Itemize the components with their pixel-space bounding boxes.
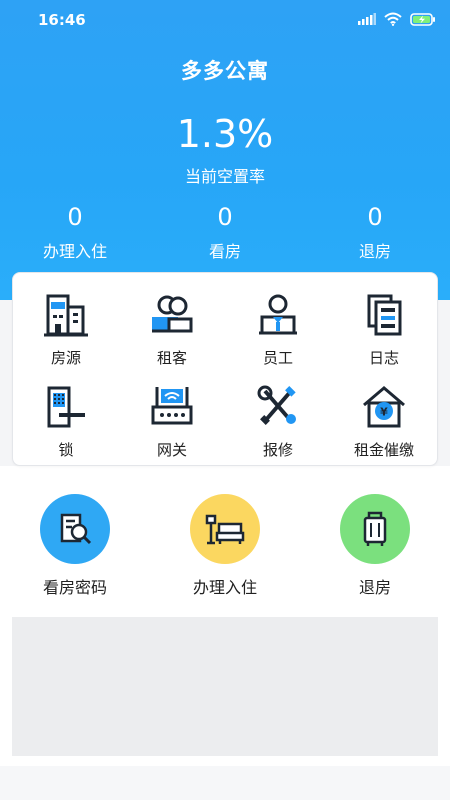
quick-circle [190, 494, 260, 564]
stat-checkin-label: 办理入住 [42, 242, 107, 261]
stat-checkout[interactable]: 0 退房 [315, 200, 435, 262]
viewing-password-icon [60, 513, 92, 545]
menu-item-rent-reminder[interactable]: ¥ 租金催缴 [331, 385, 437, 473]
stat-checkout-count: 0 [367, 203, 383, 231]
app-title: 多多公寓 [181, 59, 269, 83]
building-icon [44, 294, 88, 337]
vacancy-rate: 1.3% [176, 112, 274, 156]
signal-icon [358, 13, 376, 25]
quick-checkout[interactable]: 退房 [305, 494, 445, 598]
repair-icon [257, 385, 296, 425]
menu-item-label: 员工 [262, 349, 293, 367]
quick-label: 退房 [358, 578, 391, 597]
log-icon [367, 294, 402, 336]
menu-item-staff[interactable]: 员工 [225, 293, 331, 381]
menu-item-tenants[interactable]: 租客 [119, 293, 225, 381]
stat-viewing-count: 0 [217, 203, 233, 231]
menu-item-label: 网关 [156, 441, 187, 459]
menu-item-label: 租金催缴 [353, 441, 414, 459]
menu-item-log[interactable]: 日志 [331, 293, 437, 381]
quick-actions: 看房密码 办理入住 退房 [0, 490, 450, 600]
menu-item-lock[interactable]: 锁 [13, 385, 119, 473]
gateway-icon [151, 387, 193, 425]
menu-item-label: 日志 [368, 349, 399, 367]
quick-label: 办理入住 [192, 578, 257, 597]
menu-item-label: 房源 [50, 349, 81, 367]
svg-text:¥: ¥ [380, 406, 388, 419]
quick-viewing-password[interactable]: 看房密码 [5, 494, 145, 598]
quick-checkin[interactable]: 办理入住 [155, 494, 295, 598]
quick-label: 看房密码 [42, 578, 107, 597]
status-bar: 16:46 [0, 0, 450, 40]
menu-item-repair[interactable]: 报修 [225, 385, 331, 473]
checkout-icon [363, 511, 387, 546]
quick-circle [340, 494, 410, 564]
menu-item-label: 锁 [58, 441, 74, 459]
status-time: 16:46 [38, 11, 86, 29]
rent-reminder-icon: ¥ [363, 386, 405, 428]
staff-icon [259, 294, 297, 335]
vacancy-label: 当前空置率 [184, 167, 265, 186]
menu-card: 房源 租客 员工 日志 锁 网关 报修 ¥ 租金催缴 [12, 272, 438, 466]
banner-placeholder[interactable] [12, 617, 438, 756]
menu-item-label: 报修 [262, 441, 293, 459]
stat-viewing-label: 看房 [208, 242, 241, 261]
menu-item-gateway[interactable]: 网关 [119, 385, 225, 473]
battery-charging-icon [410, 12, 435, 26]
checkin-icon [205, 514, 245, 545]
stat-viewing[interactable]: 0 看房 [165, 200, 285, 262]
stat-checkin[interactable]: 0 办理入住 [15, 200, 135, 262]
stat-checkout-label: 退房 [358, 242, 391, 261]
header: 16:46 多多公寓 1.3% 当前空置率 0 办理入住 0 看房 0 退房 [0, 0, 450, 300]
tenants-icon [152, 295, 193, 333]
system-icons [358, 12, 436, 26]
bottom-strip [0, 766, 450, 800]
lock-icon [47, 386, 85, 428]
stat-checkin-count: 0 [67, 203, 83, 231]
quick-circle [40, 494, 110, 564]
menu-item-listings[interactable]: 房源 [13, 293, 119, 381]
wifi-icon [384, 12, 402, 26]
menu-item-label: 租客 [156, 349, 187, 367]
